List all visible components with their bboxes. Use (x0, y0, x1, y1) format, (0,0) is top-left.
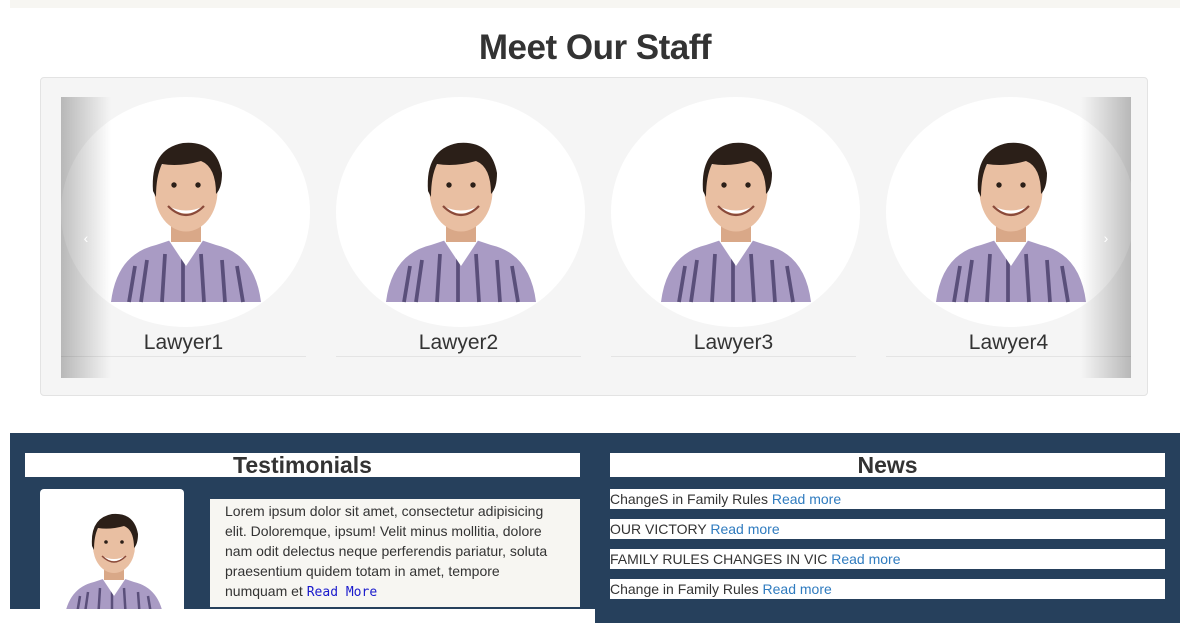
top-bar (10, 0, 1180, 8)
news-title: ChangeS in Family Rules (610, 491, 768, 507)
staff-name: Lawyer3 (693, 331, 774, 354)
staff-card[interactable]: Lawyer2 (336, 97, 585, 358)
testimonial-text: Lorem ipsum dolor sit amet, consectetur … (210, 499, 580, 607)
footer-section: Testimonials Lorem ipsum dolor sit amet,… (10, 433, 1180, 623)
news-heading: News (610, 453, 1165, 478)
page-title: Meet Our Staff (478, 28, 712, 67)
news-item: ChangeS in Family Rules Read more (610, 489, 1165, 509)
news-title: Change in Family Rules (610, 581, 759, 597)
divider (611, 356, 856, 357)
testimonial-bottom-strip (10, 609, 595, 623)
staff-card[interactable]: Lawyer3 (611, 97, 860, 358)
news-read-more-link[interactable]: Read more (831, 551, 900, 567)
testimonials-heading: Testimonials (25, 453, 580, 478)
carousel-prev-button[interactable]: ‹ (61, 97, 111, 378)
staff-name: Lawyer2 (418, 331, 499, 354)
staff-carousel: Lawyer1 Lawyer2 Lawyer3 Lawyer4 ‹ › (61, 97, 1131, 378)
chevron-left-icon: ‹ (83, 229, 89, 246)
news-item: OUR VICTORY Read more (610, 519, 1165, 539)
staff-carousel-panel: Lawyer1 Lawyer2 Lawyer3 Lawyer4 ‹ › (40, 77, 1148, 396)
carousel-next-button[interactable]: › (1081, 97, 1131, 378)
news-read-more-link[interactable]: Read more (772, 491, 841, 507)
divider (336, 356, 581, 357)
staff-photo (611, 97, 860, 327)
chevron-right-icon: › (1103, 229, 1109, 246)
news-read-more-link[interactable]: Read more (763, 581, 832, 597)
news-read-more-link[interactable]: Read more (710, 521, 779, 537)
news-item: Change in Family Rules Read more (610, 579, 1165, 599)
news-item: FAMILY RULES CHANGES IN VIC Read more (610, 549, 1165, 569)
testimonial-photo (40, 489, 184, 623)
news-title: OUR VICTORY (610, 521, 707, 537)
testimonial-body: Lorem ipsum dolor sit amet, consectetur … (225, 503, 548, 599)
staff-photo (336, 97, 585, 327)
news-title: FAMILY RULES CHANGES IN VIC (610, 551, 828, 567)
testimonial-read-more-link[interactable]: Read More (307, 585, 377, 600)
